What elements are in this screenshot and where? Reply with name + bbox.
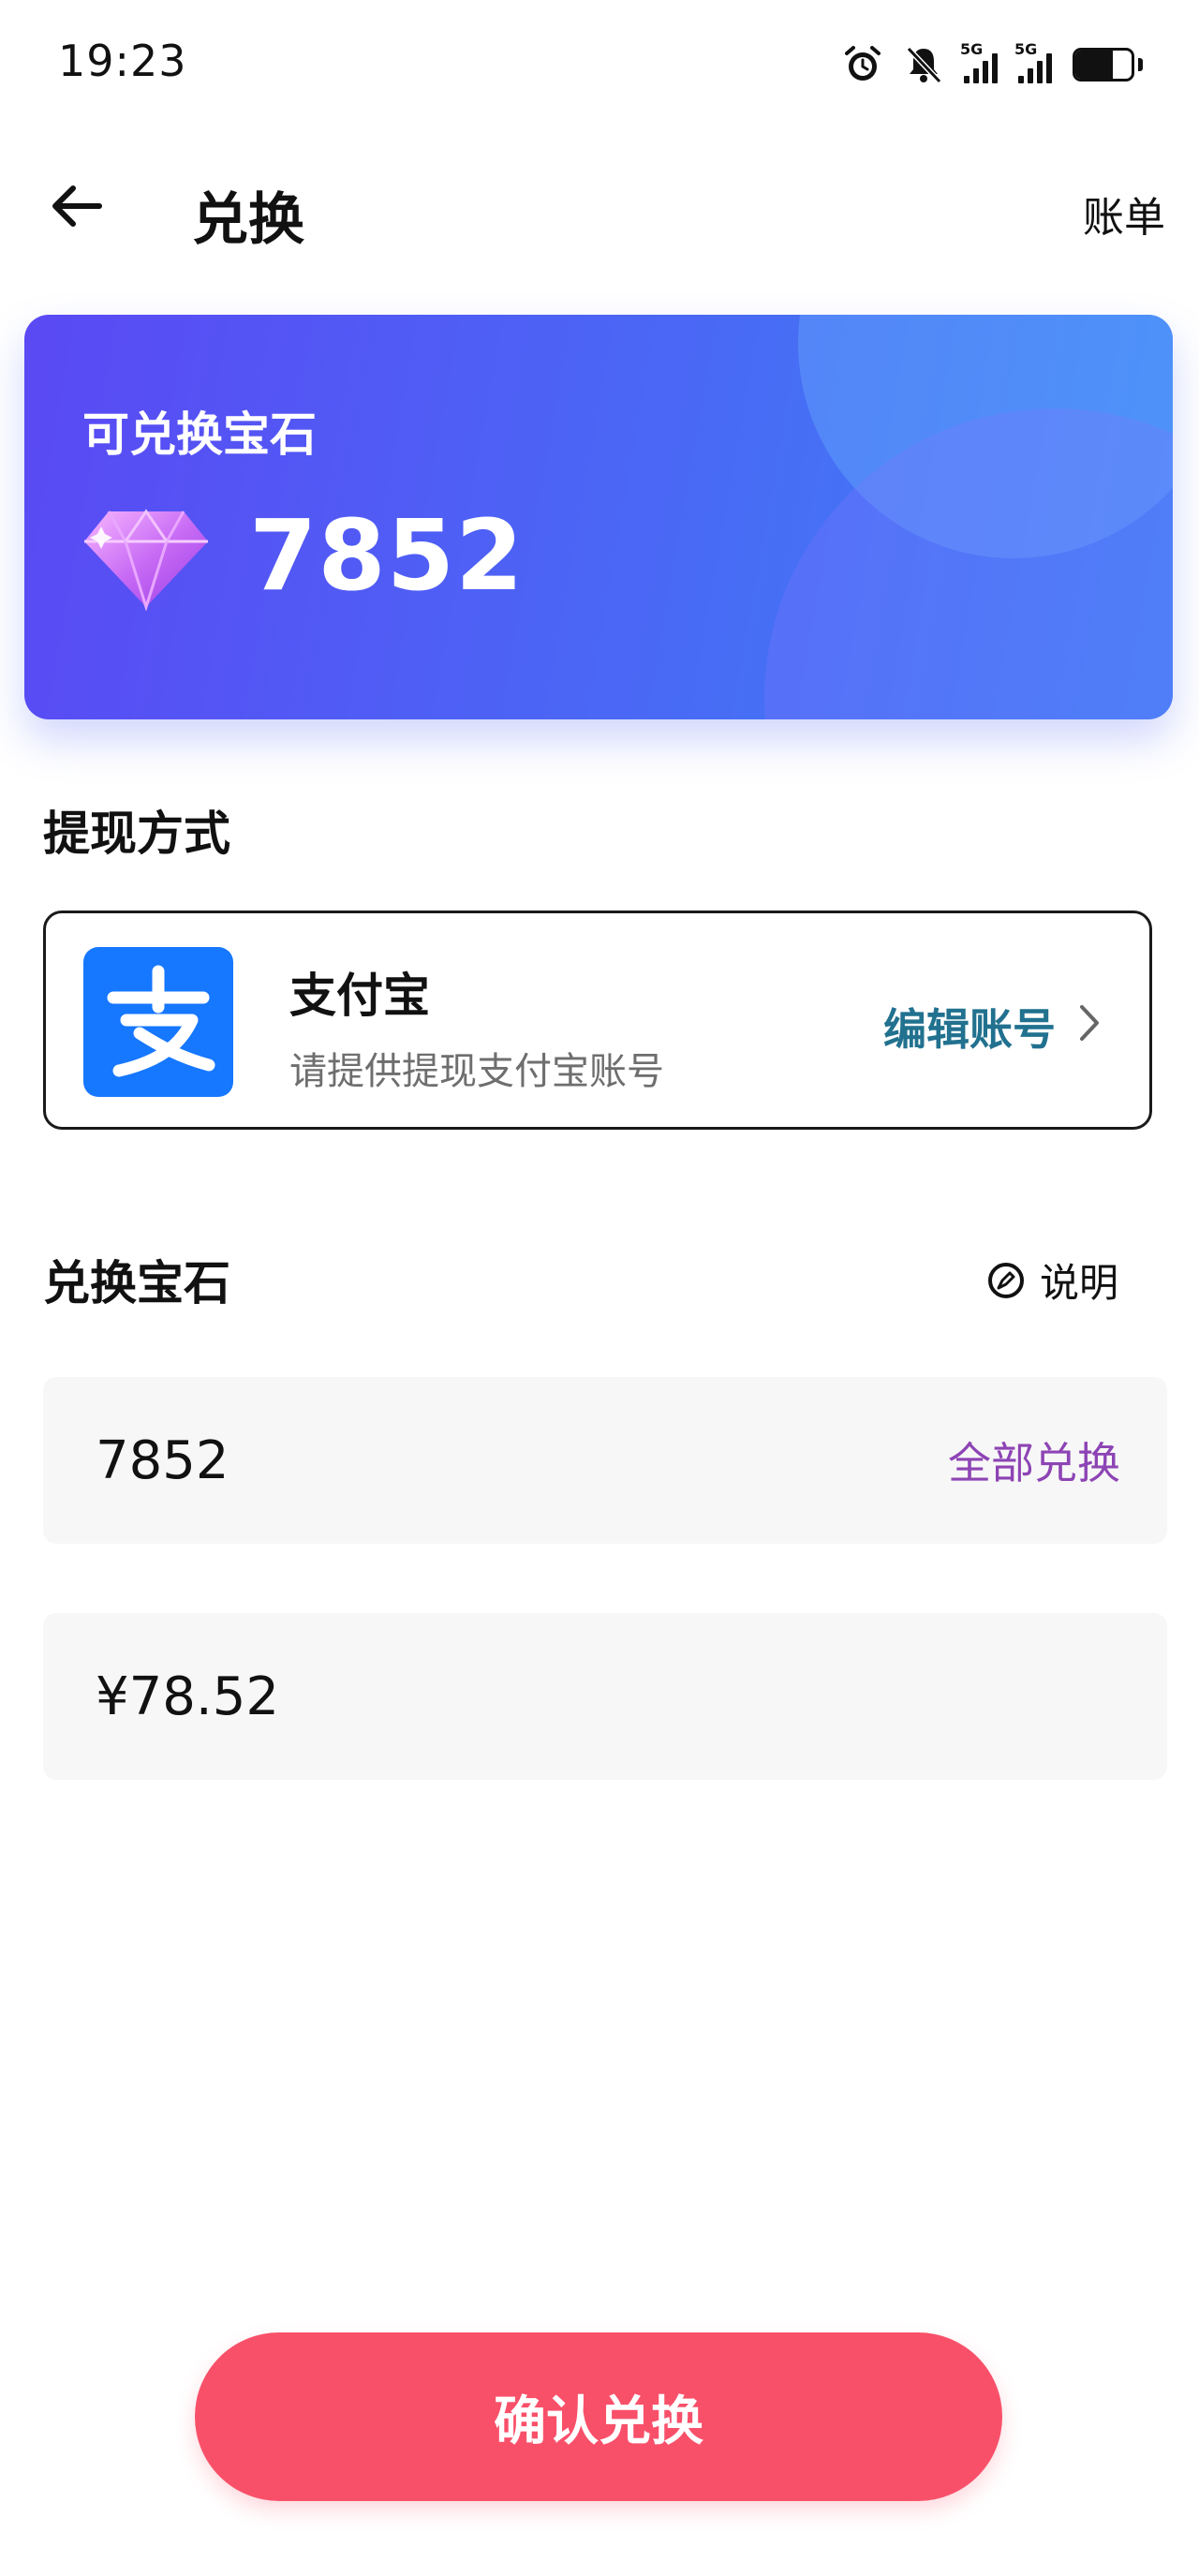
explain-button[interactable]: 说明 bbox=[985, 1251, 1118, 1309]
signal-5g-icon: 5G bbox=[1014, 40, 1052, 83]
help-pin-icon bbox=[987, 1262, 1024, 1298]
card-decoration bbox=[764, 408, 1173, 719]
confirm-exchange-button[interactable]: 确认兑换 bbox=[195, 2332, 1002, 2501]
page-title: 兑换 bbox=[192, 187, 304, 253]
exchange-gems-title: 兑换宝石 bbox=[43, 1256, 230, 1310]
alipay-method-card[interactable]: 支付宝 请提供提现支付宝账号 编辑账号 bbox=[43, 910, 1152, 1130]
diamond-icon bbox=[84, 509, 208, 611]
edit-account-link[interactable]: 编辑账号 bbox=[883, 996, 1056, 1058]
method-name: 支付宝 bbox=[289, 969, 430, 1023]
money-amount-value: ¥78.52 bbox=[96, 1666, 279, 1727]
exchange-all-button[interactable]: 全部兑换 bbox=[948, 1377, 1120, 1544]
gem-amount-field[interactable]: 7852 全部兑换 bbox=[43, 1377, 1167, 1544]
alipay-icon bbox=[83, 947, 233, 1097]
gem-amount-value[interactable]: 7852 bbox=[96, 1377, 751, 1544]
money-amount-field: ¥78.52 bbox=[43, 1613, 1167, 1780]
chevron-right-icon bbox=[1080, 1005, 1099, 1041]
card-label: 可兑换宝石 bbox=[82, 407, 317, 462]
status-icons: 5G 5G bbox=[842, 40, 1143, 88]
battery-fill bbox=[1075, 51, 1113, 79]
gem-balance-card: 可兑换宝石 7852 bbox=[24, 315, 1173, 719]
method-description: 请提供提现支付宝账号 bbox=[289, 1050, 664, 1093]
alipay-glyph bbox=[107, 965, 215, 1077]
gem-balance: 7852 bbox=[249, 498, 525, 613]
alarm-icon bbox=[845, 46, 881, 81]
arrow-left-icon bbox=[52, 185, 102, 227]
status-time: 19:23 bbox=[58, 36, 187, 86]
bill-link[interactable]: 账单 bbox=[1083, 184, 1165, 244]
mute-bell-icon bbox=[906, 46, 942, 84]
battery-tip bbox=[1138, 58, 1143, 71]
withdraw-method-title: 提现方式 bbox=[43, 807, 230, 861]
battery-icon bbox=[1073, 48, 1134, 81]
back-button[interactable] bbox=[39, 169, 114, 244]
network-label: 5G bbox=[1014, 40, 1038, 58]
explain-label: 说明 bbox=[1039, 1260, 1118, 1306]
network-label: 5G bbox=[960, 40, 984, 58]
signal-5g-icon: 5G bbox=[960, 40, 998, 83]
